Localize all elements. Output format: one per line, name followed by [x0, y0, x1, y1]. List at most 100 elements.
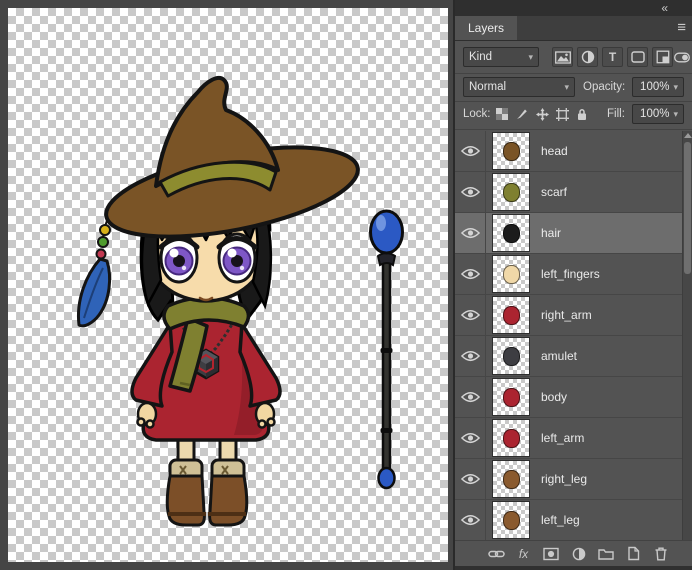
layer-row-right-arm[interactable]: right_arm — [455, 295, 682, 336]
link-layers-icon[interactable] — [487, 545, 505, 563]
filter-type-layers-icon[interactable]: T — [602, 47, 623, 67]
lock-transparency-icon[interactable] — [493, 105, 511, 123]
layer-thumbnail-art — [503, 224, 520, 243]
layer-thumbnail[interactable] — [492, 337, 530, 375]
tab-layers[interactable]: Layers — [455, 16, 518, 40]
layer-row-left-arm[interactable]: left_arm — [455, 418, 682, 459]
blend-mode-dropdown[interactable]: Normal — [463, 77, 575, 97]
layer-thumbnail[interactable] — [492, 460, 530, 498]
layer-thumbnail-art — [503, 429, 520, 448]
kind-dropdown[interactable]: Kind — [463, 47, 539, 67]
fill-value: 100% — [640, 108, 670, 120]
lock-artboard-icon[interactable] — [553, 105, 571, 123]
visibility-toggle[interactable] — [455, 459, 486, 499]
panel-tabbar: Layers ≡ — [455, 16, 692, 41]
filter-smart-object-icon[interactable] — [652, 47, 673, 67]
layers-panel-footer: fx — [455, 540, 692, 566]
layer-thumbnail[interactable] — [492, 378, 530, 416]
layer-name: left_leg — [541, 513, 580, 527]
filter-toggle-switch-icon[interactable] — [673, 48, 691, 66]
layer-name: left_arm — [541, 431, 585, 445]
layers-panel: « Layers ≡ Kind T Normal — [455, 0, 692, 570]
panel-bottom-strip — [455, 566, 692, 570]
layer-thumbnail-art — [503, 265, 520, 284]
layer-name: hair — [541, 226, 562, 240]
lock-label: Lock: — [463, 108, 491, 120]
layer-row-scarf[interactable]: scarf — [455, 172, 682, 213]
hat-charm-art — [76, 217, 112, 328]
lock-all-padlock-icon[interactable] — [573, 105, 591, 123]
layer-list-scrollbar[interactable] — [682, 131, 692, 540]
lock-position-move-icon[interactable] — [533, 105, 551, 123]
opacity-value: 100% — [640, 81, 670, 93]
new-layer-icon[interactable] — [625, 545, 643, 563]
layer-thumbnail[interactable] — [492, 419, 530, 457]
visibility-toggle[interactable] — [455, 377, 486, 417]
layer-name: right_arm — [541, 308, 592, 322]
layer-name: scarf — [541, 185, 568, 199]
document-canvas[interactable] — [8, 8, 448, 562]
layer-row-hair[interactable]: hair — [455, 213, 682, 254]
fx-label: fx — [518, 546, 529, 561]
layer-name: left_fingers — [541, 267, 600, 281]
fill-dropdown[interactable]: 100% — [632, 104, 684, 124]
panel-header-strip: « — [455, 0, 692, 16]
layer-row-left-leg[interactable]: left_leg — [455, 500, 682, 541]
panel-menu-icon[interactable]: ≡ — [677, 19, 686, 37]
type-glyph: T — [608, 50, 617, 64]
layer-thumbnail[interactable] — [492, 296, 530, 334]
layer-thumbnail-art — [503, 306, 520, 325]
layer-thumbnail-art — [503, 142, 520, 161]
layer-row-amulet[interactable]: amulet — [455, 336, 682, 377]
fill-label: Fill: — [607, 108, 625, 120]
opacity-label: Opacity: — [583, 81, 626, 93]
visibility-toggle[interactable] — [455, 336, 486, 376]
blend-mode-value: Normal — [469, 81, 507, 93]
visibility-toggle[interactable] — [455, 295, 486, 335]
visibility-toggle[interactable] — [455, 131, 486, 171]
layer-thumbnail[interactable] — [492, 132, 530, 170]
layer-name: head — [541, 144, 568, 158]
staff-art — [369, 209, 404, 490]
layer-thumbnail-art — [503, 388, 520, 407]
canvas-area — [0, 0, 453, 570]
delete-layer-trash-icon[interactable] — [652, 545, 670, 563]
visibility-toggle[interactable] — [455, 500, 486, 540]
kind-dropdown-value: Kind — [469, 51, 493, 63]
character-artwork — [76, 75, 404, 527]
layer-thumbnail[interactable] — [492, 501, 530, 539]
visibility-toggle[interactable] — [455, 172, 486, 212]
layer-thumbnail[interactable] — [492, 214, 530, 252]
visibility-toggle[interactable] — [455, 213, 486, 253]
photoshop-window: « Layers ≡ Kind T Normal — [0, 0, 692, 570]
layer-row-body[interactable]: body — [455, 377, 682, 418]
opacity-dropdown[interactable]: 100% — [632, 77, 684, 97]
new-adjustment-layer-icon[interactable] — [570, 545, 588, 563]
layer-row-right-leg[interactable]: right_leg — [455, 459, 682, 500]
layer-thumbnail-art — [503, 347, 520, 366]
visibility-toggle[interactable] — [455, 254, 486, 294]
layer-name: right_leg — [541, 472, 588, 486]
layer-style-fx-icon[interactable]: fx — [515, 545, 533, 563]
add-layer-mask-icon[interactable] — [542, 545, 560, 563]
layer-thumbnail[interactable] — [492, 255, 530, 293]
scroll-up-arrow[interactable] — [684, 133, 692, 138]
layer-name: body — [541, 390, 568, 404]
filter-adjustment-layers-icon[interactable] — [577, 47, 598, 67]
layer-name: amulet — [541, 349, 578, 363]
character-art — [76, 75, 360, 527]
scrollbar-thumb[interactable] — [684, 142, 691, 274]
layer-thumbnail-art — [503, 511, 520, 530]
layer-thumbnail[interactable] — [492, 173, 530, 211]
filter-shape-layers-icon[interactable] — [627, 47, 648, 67]
layer-thumbnail-art — [503, 183, 520, 202]
layer-list: head scarf hair left_fingers right_arm a… — [455, 131, 682, 541]
filter-pixel-layers-icon[interactable] — [552, 47, 573, 67]
layer-row-left-fingers[interactable]: left_fingers — [455, 254, 682, 295]
collapse-panel-icon[interactable]: « — [661, 0, 668, 16]
layer-thumbnail-art — [503, 470, 520, 489]
lock-image-brush-icon[interactable] — [513, 105, 531, 123]
new-group-folder-icon[interactable] — [597, 545, 615, 563]
layer-row-head[interactable]: head — [455, 131, 682, 172]
visibility-toggle[interactable] — [455, 418, 486, 458]
